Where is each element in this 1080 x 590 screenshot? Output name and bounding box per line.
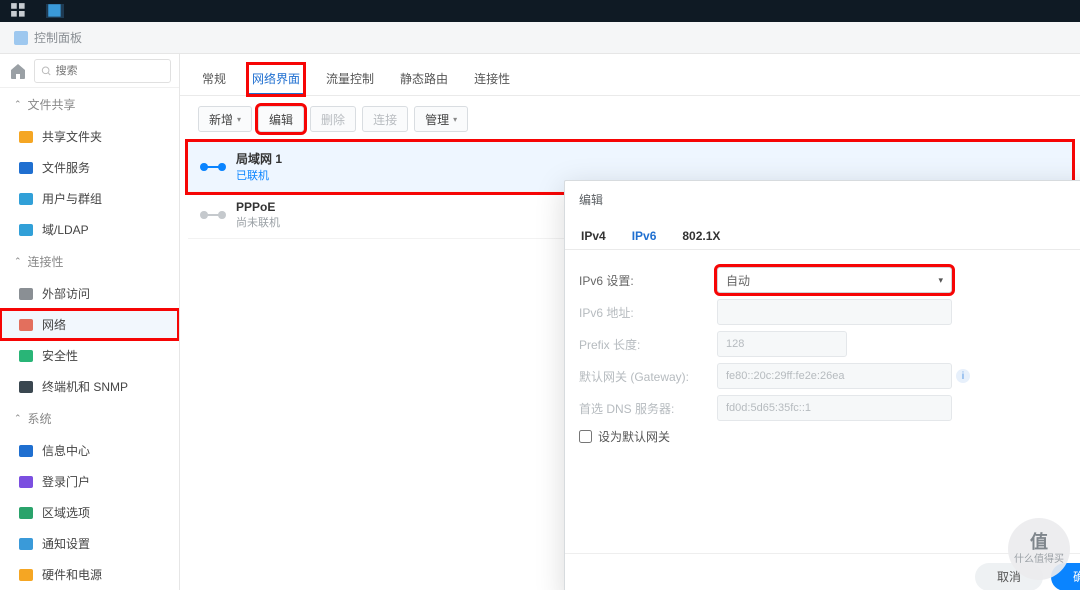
home-icon[interactable] — [8, 61, 28, 81]
sidebar-icon — [18, 505, 34, 521]
breadcrumb: 控制面板 — [0, 22, 1080, 54]
info-icon[interactable]: i — [956, 369, 970, 383]
sidebar-item-label: 共享文件夹 — [42, 128, 102, 145]
sidebar-item-label: 外部访问 — [42, 285, 90, 302]
sidebar-item-fileservice[interactable]: 文件服务 — [0, 152, 179, 183]
sidebar-item-login[interactable]: 登录门户 — [0, 466, 179, 497]
chevron-icon: ⌃ — [14, 413, 22, 424]
dns-input — [717, 395, 952, 421]
ipv6-config-select[interactable]: 自动 ▾ — [717, 267, 952, 293]
watermark: 值 什么值得买 — [1008, 518, 1070, 580]
sidebar-item-label: 通知设置 — [42, 535, 90, 552]
os-topbar — [0, 0, 1080, 22]
modal-tab-IPv6[interactable]: IPv6 — [630, 223, 659, 249]
sidebar-icon — [18, 348, 34, 364]
sidebar-group[interactable]: ⌃文件共享 — [0, 88, 179, 121]
breadcrumb-title: 控制面板 — [34, 29, 82, 46]
sidebar-item-region[interactable]: 区域选项 — [0, 497, 179, 528]
sidebar-icon — [18, 474, 34, 490]
sidebar-item-notify[interactable]: 通知设置 — [0, 528, 179, 559]
chevron-icon: ⌃ — [14, 256, 22, 267]
sidebar: ⌃文件共享共享文件夹文件服务用户与群组域/LDAP ⌃连接性外部访问网络安全性终端… — [0, 54, 180, 590]
sidebar-item-snmp[interactable]: 终端机和 SNMP — [0, 371, 179, 402]
prefix-input — [717, 331, 847, 357]
sidebar-item-shared[interactable]: 共享文件夹 — [0, 121, 179, 152]
sidebar-item-hardware[interactable]: 硬件和电源 — [0, 559, 179, 590]
sidebar-item-ldap[interactable]: 域/LDAP — [0, 214, 179, 245]
ipv6-config-label: IPv6 设置: — [579, 272, 717, 289]
modal-tabs: IPv4 IPv6 802.1X — [565, 219, 1080, 250]
edit-modal: 编辑 ✕ IPv4IPv6802.1X IPv6 设置: 自动 ▾ — [564, 180, 1080, 590]
content-pane: 常规网络界面流量控制静态路由连接性 新增▾ 编辑 删除 连接 管理▾ 局域网 1… — [180, 54, 1080, 590]
modal-tab-IPv4[interactable]: IPv4 — [579, 223, 608, 249]
sidebar-icon — [18, 317, 34, 333]
sidebar-icon — [18, 443, 34, 459]
sidebar-icon — [18, 536, 34, 552]
breadcrumb-icon — [14, 31, 28, 45]
prefix-label: Prefix 长度: — [579, 336, 717, 353]
sidebar-item-network[interactable]: 网络 — [0, 309, 179, 340]
sidebar-group[interactable]: ⌃连接性 — [0, 245, 179, 278]
sidebar-icon — [18, 222, 34, 238]
sidebar-item-info[interactable]: 信息中心 — [0, 435, 179, 466]
sidebar-icon — [18, 286, 34, 302]
search-input[interactable] — [34, 59, 171, 83]
chevron-icon: ⌃ — [14, 99, 22, 110]
sidebar-item-label: 登录门户 — [42, 473, 90, 490]
ipv6-addr-label: IPv6 地址: — [579, 304, 717, 321]
modal-tab-802.1X[interactable]: 802.1X — [680, 223, 722, 249]
sidebar-item-label: 用户与群组 — [42, 190, 102, 207]
sidebar-item-label: 区域选项 — [42, 504, 90, 521]
topbar-grid-icon[interactable] — [10, 4, 28, 18]
sidebar-group[interactable]: ⌃系统 — [0, 402, 179, 435]
ipv6-addr-input — [717, 299, 952, 325]
sidebar-icon — [18, 379, 34, 395]
modal-mask: 编辑 ✕ IPv4IPv6802.1X IPv6 设置: 自动 ▾ — [180, 54, 1080, 590]
sidebar-icon — [18, 191, 34, 207]
sidebar-item-label: 文件服务 — [42, 159, 90, 176]
search-icon — [41, 65, 52, 77]
gateway-input — [717, 363, 952, 389]
sidebar-item-users[interactable]: 用户与群组 — [0, 183, 179, 214]
sidebar-item-label: 网络 — [42, 316, 66, 333]
sidebar-item-security[interactable]: 安全性 — [0, 340, 179, 371]
sidebar-item-label: 安全性 — [42, 347, 78, 364]
gateway-label: 默认网关 (Gateway): — [579, 368, 717, 385]
sidebar-item-external[interactable]: 外部访问 — [0, 278, 179, 309]
default-gateway-checkbox[interactable]: 设为默认网关 — [579, 428, 1080, 445]
sidebar-item-label: 硬件和电源 — [42, 566, 102, 583]
topbar-window-icon[interactable] — [46, 4, 64, 18]
dns-label: 首选 DNS 服务器: — [579, 400, 717, 417]
sidebar-item-label: 终端机和 SNMP — [42, 378, 128, 395]
sidebar-item-label: 信息中心 — [42, 442, 90, 459]
sidebar-icon — [18, 129, 34, 145]
modal-title: 编辑 — [579, 191, 603, 208]
chevron-down-icon: ▾ — [938, 275, 943, 286]
sidebar-icon — [18, 567, 34, 583]
sidebar-item-label: 域/LDAP — [42, 221, 89, 238]
sidebar-icon — [18, 160, 34, 176]
